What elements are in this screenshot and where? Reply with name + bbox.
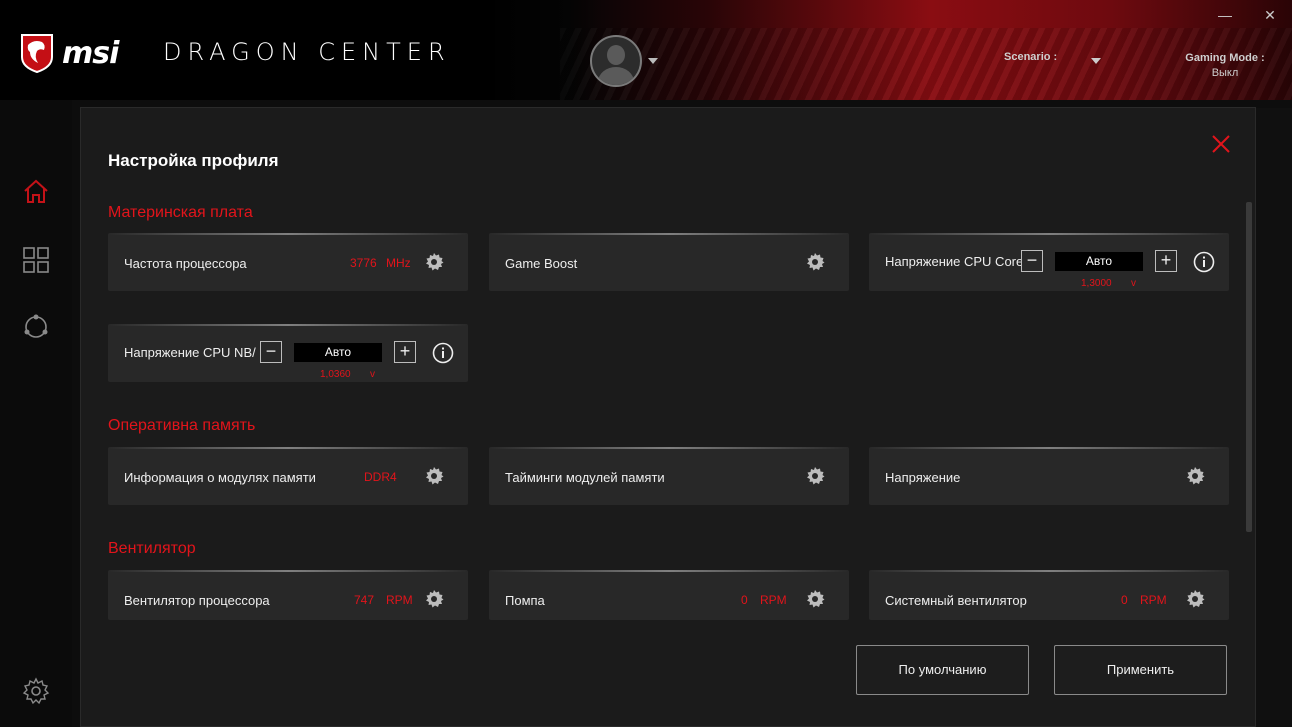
cpu-frequency-unit: MHz — [386, 256, 411, 270]
gear-icon[interactable] — [1185, 589, 1205, 609]
sidebar — [0, 100, 72, 727]
gaming-mode-label: Gaming Mode : — [1185, 52, 1265, 64]
cpu-nb-voltage-label: Напряжение CPU NB/ — [124, 345, 256, 360]
cpu-nb-voltage-unit: v — [370, 369, 375, 380]
dragon-emblem-icon — [21, 34, 53, 73]
brand-text: msi — [62, 35, 119, 71]
memory-voltage-card: Напряжение — [869, 447, 1229, 505]
gear-icon[interactable] — [805, 589, 825, 609]
cpu-nb-voltage-stepper: − Авто + — [260, 341, 416, 363]
cpu-core-voltage-stepper: − Авто + — [1021, 250, 1177, 272]
cpu-core-voltage-current: 1,3000 — [1081, 278, 1112, 289]
apply-button[interactable]: Применить — [1054, 645, 1227, 695]
system-fan-value: 0 — [1121, 593, 1128, 607]
cpu-nb-voltage-field[interactable]: Авто — [294, 342, 382, 362]
decrement-button[interactable]: − — [1021, 250, 1043, 272]
game-boost-card: Game Boost — [489, 233, 849, 291]
cpu-fan-value: 747 — [354, 593, 375, 607]
info-icon[interactable] — [432, 342, 454, 364]
settings-gear-icon[interactable] — [22, 677, 50, 705]
default-button[interactable]: По умолчанию — [856, 645, 1029, 695]
memory-modules-label: Информация о модулях памяти — [124, 470, 316, 485]
cpu-nb-voltage-current: 1,0360 — [320, 369, 351, 380]
gear-icon[interactable] — [424, 252, 444, 272]
profile-settings-dialog: Настройка профиля Материнская плата Част… — [80, 107, 1256, 727]
dialog-close-icon[interactable] — [1211, 134, 1231, 154]
pump-unit: RPM — [760, 593, 787, 607]
msi-logo: msi — [20, 33, 119, 73]
memory-timings-card: Тайминги модулей памяти — [489, 447, 849, 505]
cpu-frequency-card: Частота процессора 3776 MHz — [108, 233, 468, 291]
cpu-frequency-value: 3776 — [350, 256, 377, 270]
section-motherboard-title: Материнская плата — [108, 204, 253, 221]
scrollbar-thumb[interactable] — [1246, 202, 1252, 532]
cpu-fan-unit: RPM — [386, 593, 413, 607]
gear-icon[interactable] — [424, 589, 444, 609]
pump-card: Помпа 0 RPM — [489, 570, 849, 620]
cpu-core-voltage-field[interactable]: Авто — [1055, 251, 1143, 271]
avatar-dropdown-icon[interactable] — [648, 58, 658, 64]
dialog-title: Настройка профиля — [108, 151, 279, 170]
info-icon[interactable] — [1193, 251, 1215, 273]
gaming-mode[interactable]: Gaming Mode : Выкл — [1170, 51, 1280, 81]
app-title: DRAGON CENTER — [163, 38, 451, 66]
gear-icon[interactable] — [424, 466, 444, 486]
cpu-fan-label: Вентилятор процессора — [124, 593, 270, 608]
memory-modules-card: Информация о модулях памяти DDR4 — [108, 447, 468, 505]
system-fan-unit: RPM — [1140, 593, 1167, 607]
background-panel — [1256, 108, 1292, 727]
cpu-core-voltage-card: Напряжение CPU Core − Авто + 1,3000 v — [869, 233, 1229, 291]
cpu-core-voltage-label: Напряжение CPU Core — [885, 254, 1024, 269]
memory-type-value: DDR4 — [364, 470, 397, 484]
cpu-core-voltage-unit: v — [1131, 278, 1136, 289]
gear-icon[interactable] — [805, 466, 825, 486]
minimize-button[interactable]: — — [1215, 5, 1235, 25]
section-memory-title: Оперативна память — [108, 417, 256, 434]
system-fan-label: Системный вентилятор — [885, 593, 1027, 608]
pump-value: 0 — [741, 593, 748, 607]
decrement-button[interactable]: − — [260, 341, 282, 363]
network-icon[interactable] — [22, 313, 50, 341]
grid-icon[interactable] — [22, 246, 50, 274]
scenario-label: Scenario : — [1004, 51, 1058, 63]
window-close-button[interactable]: ✕ — [1260, 5, 1280, 25]
scenario-dropdown-icon[interactable] — [1091, 58, 1101, 64]
home-icon[interactable] — [22, 177, 50, 205]
memory-voltage-label: Напряжение — [885, 470, 961, 485]
system-fan-card: Системный вентилятор 0 RPM — [869, 570, 1229, 620]
game-boost-label: Game Boost — [505, 256, 578, 271]
memory-timings-label: Тайминги модулей памяти — [505, 470, 665, 485]
section-fan-title: Вентилятор — [108, 540, 196, 557]
user-avatar[interactable] — [590, 35, 642, 87]
pump-label: Помпа — [505, 593, 545, 608]
cpu-nb-voltage-card: Напряжение CPU NB/ − Авто + 1,0360 v — [108, 324, 468, 382]
gaming-mode-value: Выкл — [1211, 67, 1239, 79]
cpu-frequency-label: Частота процессора — [124, 256, 247, 271]
gear-icon[interactable] — [1185, 466, 1205, 486]
increment-button[interactable]: + — [394, 341, 416, 363]
cpu-fan-card: Вентилятор процессора 747 RPM — [108, 570, 468, 620]
gear-icon[interactable] — [805, 252, 825, 272]
increment-button[interactable]: + — [1155, 250, 1177, 272]
